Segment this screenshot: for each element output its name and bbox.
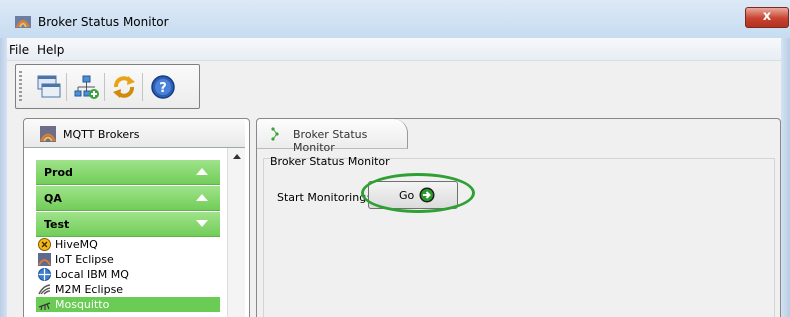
section-title: Broker Status Monitor bbox=[270, 155, 390, 168]
group-test[interactable]: Test bbox=[36, 212, 220, 237]
list-item[interactable]: Local IBM MQ bbox=[36, 267, 220, 282]
toolbar-separator bbox=[142, 73, 143, 101]
chevron-up-icon bbox=[196, 168, 208, 175]
chevron-down-icon bbox=[196, 220, 208, 227]
toolbar-grip[interactable] bbox=[19, 71, 22, 102]
tab-label: Broker Status Monitor bbox=[293, 128, 368, 154]
group-prod[interactable]: Prod bbox=[36, 160, 220, 185]
network-icon[interactable] bbox=[72, 73, 100, 101]
tab-label: MQTT Brokers bbox=[63, 128, 140, 141]
refresh-icon[interactable] bbox=[110, 73, 138, 101]
group-qa[interactable]: QA bbox=[36, 186, 220, 211]
list-item[interactable]: HiveMQ bbox=[36, 237, 220, 252]
menu-help[interactable]: Help bbox=[37, 43, 64, 57]
list-item-label: M2M Eclipse bbox=[55, 283, 124, 296]
m2m-icon bbox=[38, 284, 51, 295]
list-item-label: Local IBM MQ bbox=[55, 268, 129, 281]
menu-bar: File Help bbox=[7, 38, 781, 61]
status-monitor-icon bbox=[271, 127, 279, 141]
hivemq-icon bbox=[38, 238, 51, 251]
group-label: Test bbox=[44, 218, 70, 231]
group-label: Prod bbox=[44, 166, 73, 179]
chevron-up-icon bbox=[196, 194, 208, 201]
scroll-up-arrow-icon[interactable] bbox=[233, 154, 241, 159]
client-area: ? MQTT Brokers Prod QA Test HiveMQ IoT E… bbox=[7, 61, 781, 317]
window-frame-right bbox=[781, 38, 790, 317]
mosquitto-icon bbox=[38, 302, 51, 311]
title-bar: Broker Status Monitor x bbox=[0, 0, 790, 38]
iot-eclipse-icon bbox=[38, 253, 51, 266]
tab-broker-status-monitor[interactable]: Broker Status Monitor bbox=[257, 119, 408, 154]
start-monitoring-label: Start Monitoring: bbox=[277, 191, 370, 204]
tab-mqtt-brokers[interactable]: MQTT Brokers bbox=[24, 119, 245, 148]
test-broker-list: HiveMQ IoT Eclipse Local IBM MQ M2M Ecli… bbox=[36, 237, 220, 317]
list-item[interactable]: IoT Eclipse bbox=[36, 252, 220, 267]
vertical-scrollbar[interactable] bbox=[227, 148, 245, 317]
toolbar-separator bbox=[104, 73, 105, 101]
monitor-groupbox bbox=[263, 158, 775, 317]
group-label: QA bbox=[44, 192, 62, 205]
app-window: Broker Status Monitor x File Help ? MQTT… bbox=[0, 0, 790, 317]
svg-text:?: ? bbox=[159, 81, 167, 96]
close-button[interactable]: x bbox=[745, 7, 789, 28]
list-item-label: IoT Eclipse bbox=[55, 253, 114, 266]
list-item[interactable]: Mosquitto bbox=[36, 297, 220, 312]
list-item-label: HiveMQ bbox=[55, 238, 98, 251]
ibm-mq-icon bbox=[38, 268, 51, 281]
mqtt-icon bbox=[40, 126, 56, 142]
broker-app-icon bbox=[15, 16, 31, 28]
toolbar-separator bbox=[66, 73, 67, 101]
list-item-label: Mosquitto bbox=[55, 298, 110, 311]
window-frame-left bbox=[0, 38, 7, 317]
highlight-ellipse bbox=[361, 173, 475, 213]
menu-file[interactable]: File bbox=[9, 43, 29, 57]
mqtt-brokers-panel: MQTT Brokers Prod QA Test HiveMQ IoT Ecl… bbox=[23, 118, 250, 317]
windows-icon[interactable] bbox=[34, 73, 62, 101]
list-item[interactable]: M2M Eclipse bbox=[36, 282, 220, 297]
broker-status-panel: Broker Status Monitor Broker Status Moni… bbox=[256, 118, 781, 317]
help-icon[interactable]: ? bbox=[149, 73, 177, 101]
window-title: Broker Status Monitor bbox=[38, 15, 169, 29]
toolbar: ? bbox=[15, 64, 200, 109]
